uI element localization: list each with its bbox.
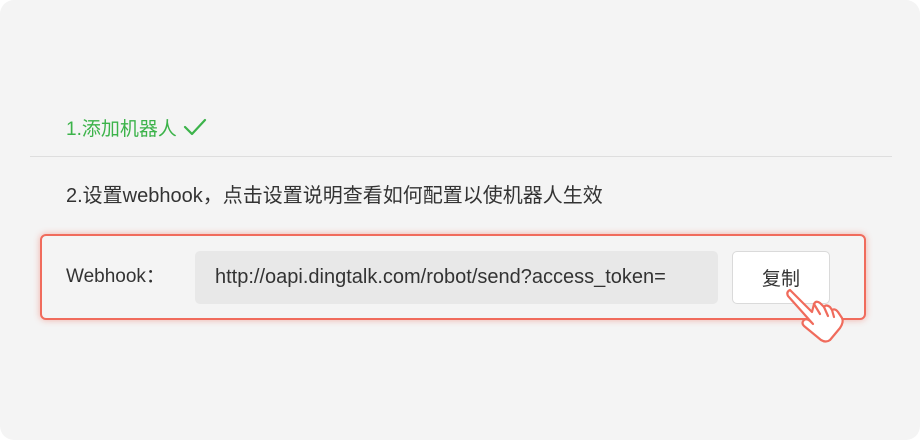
webhook-highlight-box: Webhook： http://oapi.dingtalk.com/robot/… — [40, 234, 866, 320]
step-1-label: 1.添加机器人 — [66, 118, 177, 140]
check-icon — [183, 117, 207, 137]
webhook-url-field[interactable]: http://oapi.dingtalk.com/robot/send?acce… — [195, 251, 718, 304]
step-1-row: 1.添加机器人 — [66, 112, 207, 142]
hand-pointer-icon — [776, 286, 846, 346]
webhook-setup-panel: 1.添加机器人 2.设置webhook，点击设置说明查看如何配置以使机器人生效 … — [0, 0, 920, 440]
step-2-label: 2.设置webhook，点击设置说明查看如何配置以使机器人生效 — [66, 185, 603, 207]
webhook-url-text: http://oapi.dingtalk.com/robot/send?acce… — [215, 266, 666, 288]
webhook-label: Webhook： — [66, 266, 165, 287]
step-divider — [30, 156, 892, 157]
